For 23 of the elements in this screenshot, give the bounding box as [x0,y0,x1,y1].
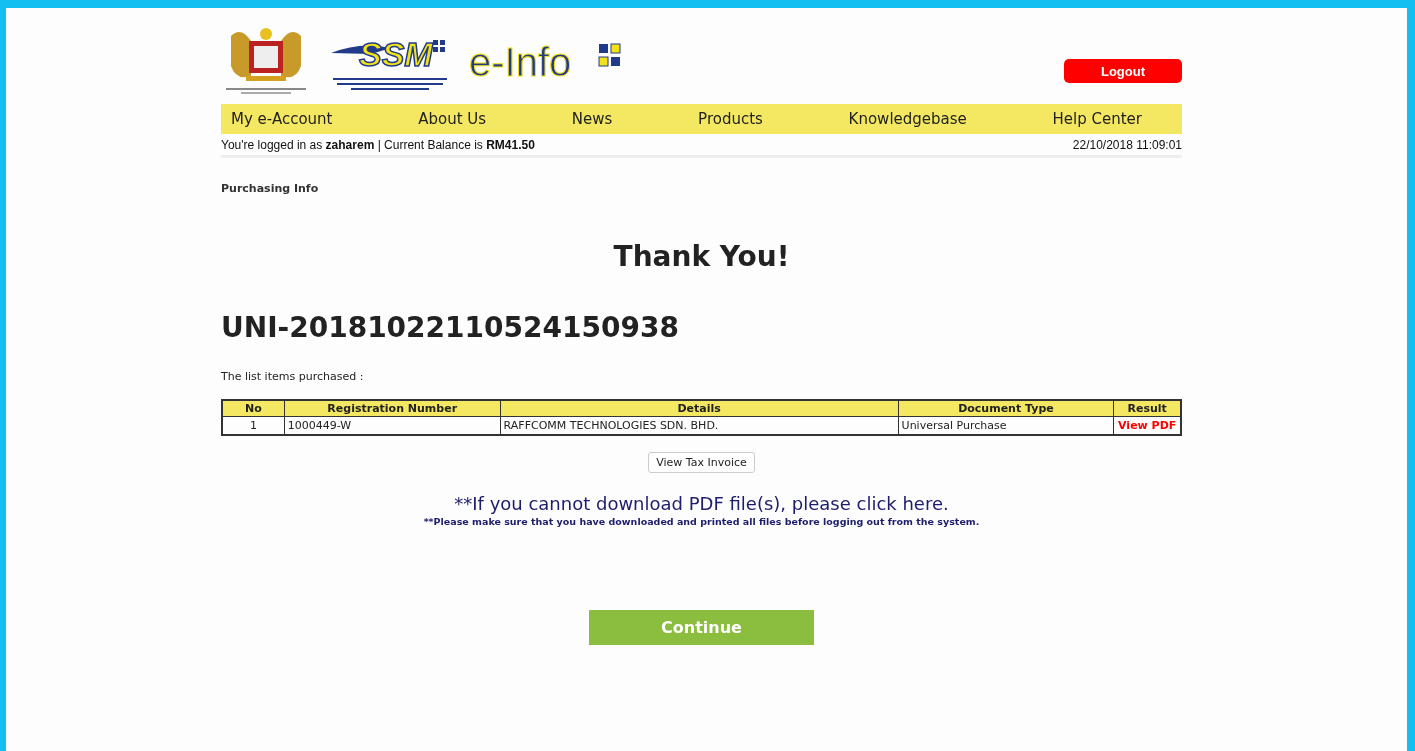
nav-link[interactable]: My e-Account [231,110,333,128]
column-header: Result [1113,400,1181,417]
tax-invoice-button[interactable]: View Tax Invoice [648,452,755,473]
column-header: Registration Number [284,400,501,417]
column-header: Details [500,400,899,417]
column-header: Document Type [898,400,1114,417]
download-link[interactable]: **If you cannot download PDF file(s), please click here. [454,493,949,514]
breadcrumb: Purchasing Info [221,182,320,195]
order-id: UNI-20181022110524150938 [221,311,680,344]
nav-link[interactable]: Knowledgebase [848,110,967,128]
login-status: You're logged in as zaharem | Current Balance is RM41.50 [221,138,535,152]
ssm-logo: SSM [331,26,449,96]
nav-link[interactable]: News [571,110,613,128]
list-label: The list items purchased : [221,370,365,383]
column-header: No [222,400,285,417]
notice-text: **Please make sure that you have downloaded and printed all files before logging out from the system. [423,516,980,527]
nav-link[interactable]: Products [698,110,763,128]
einfo-logo: e-Info [469,36,624,86]
date-time: 22/10/2018 11:09:01 [1072,138,1182,152]
nav-link[interactable]: Help Center [1052,110,1142,128]
logout-button[interactable]: Logout [1064,59,1182,83]
nav-link[interactable]: About Us [418,110,487,128]
page-heading: Thank You! [612,240,791,273]
